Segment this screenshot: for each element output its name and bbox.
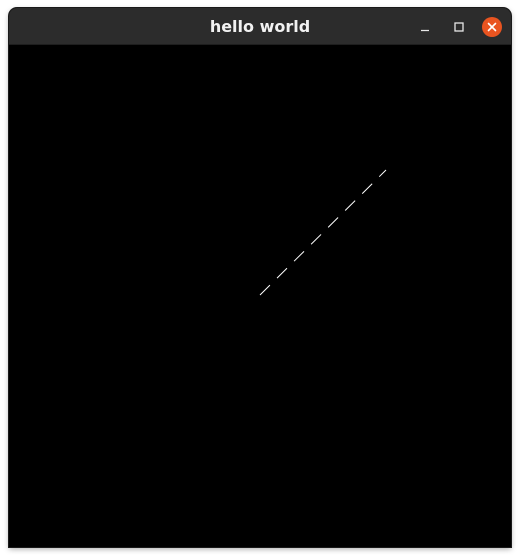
app-window: hello world: [9, 8, 511, 547]
window-title: hello world: [209, 17, 311, 36]
minimize-button[interactable]: [415, 17, 435, 37]
drawing-canvas[interactable]: [9, 45, 511, 547]
minimize-icon: [421, 29, 429, 32]
maximize-icon: [454, 22, 464, 32]
close-button[interactable]: [482, 17, 502, 37]
title-bar[interactable]: hello world: [9, 8, 511, 45]
dashed-line: [259, 169, 387, 296]
maximize-button[interactable]: [449, 17, 469, 37]
close-icon: [487, 22, 497, 32]
canvas-drawing: [259, 169, 387, 296]
